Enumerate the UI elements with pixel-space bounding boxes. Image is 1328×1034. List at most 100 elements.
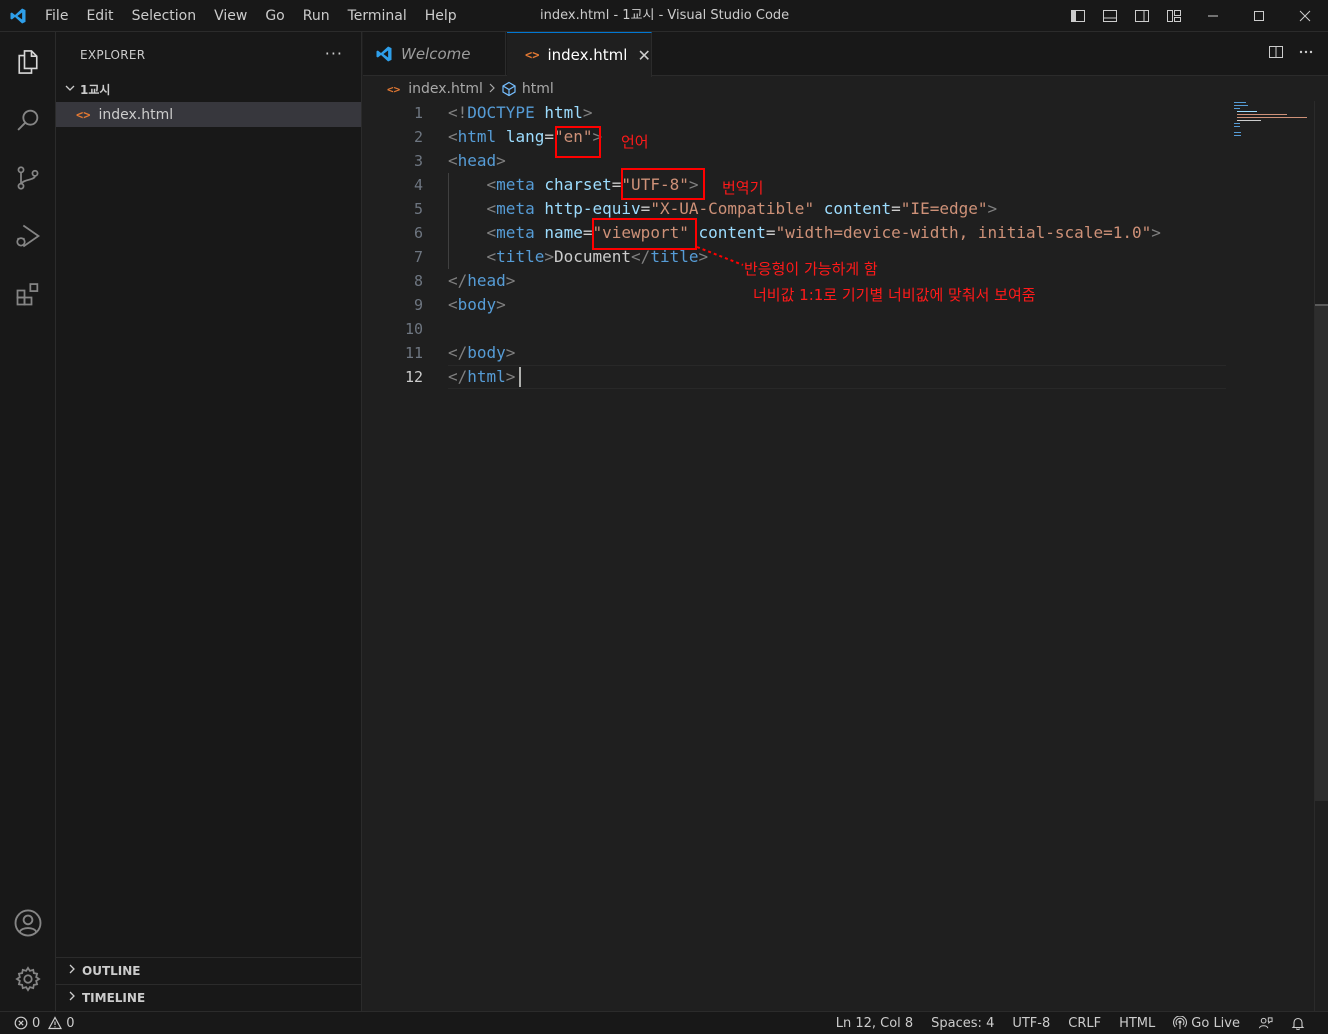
cursor-position[interactable]: Ln 12, Col 8	[827, 1016, 922, 1031]
tab-label: index.html	[547, 46, 628, 64]
file-encoding[interactable]: UTF-8	[1003, 1016, 1059, 1031]
line-number-active: 12	[404, 368, 423, 386]
close-window-icon[interactable]	[1282, 0, 1328, 32]
annotation-lang: 언어	[621, 133, 649, 151]
end-of-line[interactable]: CRLF	[1059, 1016, 1110, 1031]
more-actions-icon[interactable]	[1298, 44, 1314, 60]
toggle-primary-sidebar-icon[interactable]	[1062, 0, 1094, 32]
menu-bar: File Edit Selection View Go Run Terminal…	[36, 0, 466, 32]
current-line-highlight	[448, 365, 1226, 389]
symbol-element-icon	[501, 81, 517, 97]
code-line: <!DOCTYPE html>	[448, 103, 593, 122]
files-icon[interactable]	[0, 34, 56, 90]
code-line: </body>	[448, 343, 516, 362]
line-number: 6	[413, 224, 423, 242]
breadcrumb-file[interactable]: index.html	[408, 81, 483, 97]
code-line-active: </html>	[448, 367, 516, 386]
problems-indicator[interactable]: 0 0	[14, 1012, 75, 1034]
warning-icon	[48, 1016, 63, 1030]
line-number: 1	[413, 104, 423, 122]
html-file-icon: <>	[76, 107, 91, 122]
code-line: <body>	[448, 295, 506, 314]
explorer-more-actions-icon[interactable]: ···	[325, 44, 343, 63]
minimap[interactable]	[1234, 101, 1314, 141]
error-icon	[14, 1016, 28, 1030]
annotation-box-viewport	[592, 218, 697, 250]
extensions-icon[interactable]	[0, 266, 56, 322]
text-cursor	[519, 367, 521, 387]
menu-file[interactable]: File	[36, 0, 77, 32]
run-debug-icon[interactable]	[0, 208, 56, 264]
account-icon[interactable]	[0, 895, 56, 951]
editor-actions	[1268, 44, 1314, 60]
code-line: <meta name="viewport" content="width=dev…	[486, 223, 1161, 242]
language-mode[interactable]: HTML	[1110, 1016, 1164, 1031]
maximize-icon[interactable]	[1236, 0, 1282, 32]
menu-selection[interactable]: Selection	[123, 0, 206, 32]
source-control-icon[interactable]	[0, 150, 56, 206]
manage-gear-icon[interactable]	[0, 951, 56, 1007]
menu-edit[interactable]: Edit	[77, 0, 122, 32]
menu-go[interactable]: Go	[256, 0, 293, 32]
menu-view[interactable]: View	[205, 0, 256, 32]
menu-run[interactable]: Run	[294, 0, 339, 32]
scrollbar-thumb[interactable]	[1315, 306, 1328, 801]
tab-index-html[interactable]: <> index.html ✕	[507, 32, 652, 77]
line-number: 4	[413, 176, 423, 194]
line-number: 3	[413, 152, 423, 170]
search-icon[interactable]	[0, 92, 56, 148]
annotation-viewport-line1: 반응형이 가능하게 함	[744, 260, 878, 278]
breadcrumb-symbol[interactable]: html	[522, 81, 554, 97]
split-editor-icon[interactable]	[1268, 44, 1284, 60]
vscode-logo-icon	[0, 0, 36, 32]
vscode-welcome-icon	[375, 45, 393, 63]
tab-label: Welcome	[401, 45, 471, 63]
warning-count: 0	[66, 1015, 75, 1031]
timeline-panel-header[interactable]: TIMELINE	[56, 984, 361, 1010]
code-editor[interactable]: 1 2 3 4 5 6 7 8 9 10 11 12 <!DOCTYPE htm…	[363, 101, 1328, 1011]
annotation-box-lang	[555, 126, 601, 158]
customize-layout-icon[interactable]	[1158, 0, 1190, 32]
toggle-secondary-sidebar-icon[interactable]	[1126, 0, 1158, 32]
menu-help[interactable]: Help	[416, 0, 466, 32]
status-bar: 0 0 Ln 12, Col 8 Spaces: 4 UTF-8 CRLF HT…	[0, 1011, 1328, 1034]
line-number: 11	[404, 344, 423, 362]
close-tab-icon[interactable]: ✕	[637, 46, 650, 65]
annotation-charset: 번역기	[722, 179, 764, 197]
indentation[interactable]: Spaces: 4	[922, 1016, 1003, 1031]
explorer-title: EXPLORER	[80, 48, 146, 62]
folder-name: 1교시	[80, 82, 111, 97]
html-file-icon: <>	[525, 48, 540, 62]
file-name: index.html	[98, 106, 174, 123]
code-line: </head>	[448, 271, 516, 290]
editor-vertical-scrollbar[interactable]	[1314, 101, 1328, 1011]
explorer-sidebar: EXPLORER ··· 1교시 <> index.html OUTLINE T…	[56, 32, 362, 1011]
chevron-right-icon	[64, 990, 80, 1005]
tab-welcome[interactable]: Welcome	[363, 32, 506, 76]
window-title: index.html - 1교시 - Visual Studio Code	[540, 8, 790, 23]
file-item-index-html[interactable]: <> index.html	[56, 102, 361, 127]
chevron-down-icon	[62, 82, 78, 97]
chevron-right-icon	[64, 963, 80, 978]
toggle-panel-icon[interactable]	[1094, 0, 1126, 32]
code-line: <head>	[448, 151, 506, 170]
menu-terminal[interactable]: Terminal	[339, 0, 416, 32]
broadcast-icon	[1173, 1016, 1188, 1030]
breadcrumb: <> index.html html	[363, 77, 554, 101]
annotation-box-charset	[621, 168, 705, 200]
title-actions	[1062, 0, 1328, 32]
editor-tab-bar: Welcome <> index.html ✕	[363, 32, 1328, 77]
line-number: 9	[413, 296, 423, 314]
code-line: <meta http-equiv="X-UA-Compatible" conte…	[486, 199, 998, 218]
go-live-button[interactable]: Go Live	[1164, 1016, 1249, 1031]
go-live-label: Go Live	[1191, 1015, 1240, 1031]
line-number: 2	[413, 128, 423, 146]
notifications-bell-icon[interactable]	[1282, 1016, 1314, 1030]
timeline-label: TIMELINE	[82, 990, 146, 1005]
outline-panel-header[interactable]: OUTLINE	[56, 957, 361, 983]
feedback-icon[interactable]	[1249, 1016, 1282, 1031]
minimize-icon[interactable]	[1190, 0, 1236, 32]
outline-label: OUTLINE	[82, 963, 141, 978]
workspace-folder[interactable]: 1교시	[56, 78, 361, 100]
line-number: 7	[413, 248, 423, 266]
